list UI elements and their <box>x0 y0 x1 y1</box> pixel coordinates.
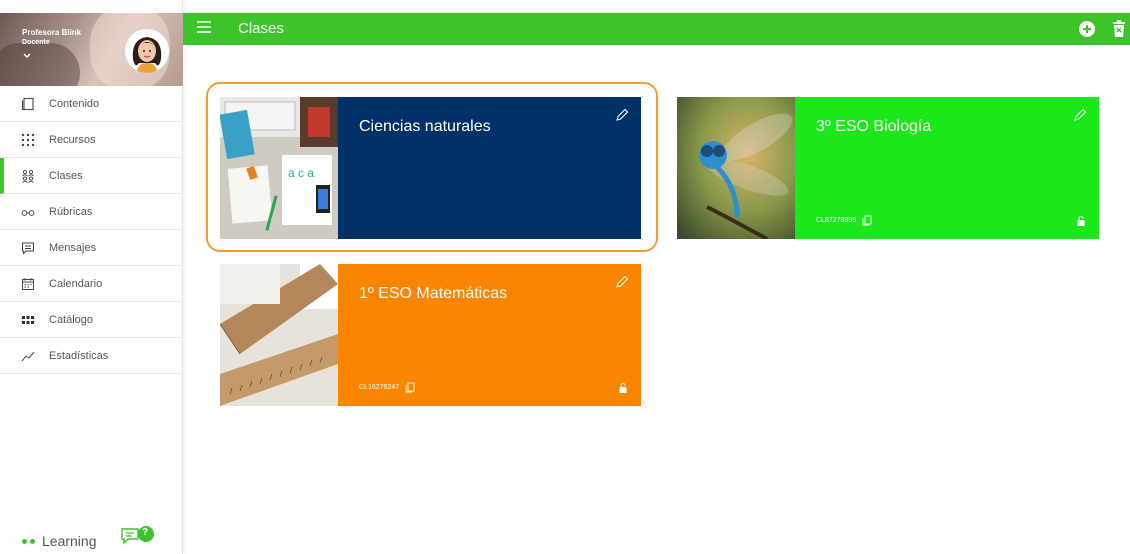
class-card-image <box>677 97 795 239</box>
sidebar: Profesora Blink Docente Contenido Recurs… <box>0 0 183 554</box>
sidebar-item-calendario[interactable]: Calendario <box>0 266 183 302</box>
sidebar-item-label: Estadísticas <box>49 349 109 362</box>
class-card[interactable]: 1º ESO Matemáticas CL16279247 <box>220 264 641 406</box>
profile-role: Docente <box>22 39 50 46</box>
class-card[interactable]: a c a Ciencias naturales <box>220 97 641 239</box>
avatar[interactable] <box>125 29 169 73</box>
edit-icon[interactable] <box>615 108 629 122</box>
copy-icon[interactable] <box>405 382 415 393</box>
sidebar-item-rubricas[interactable]: Rúbricas <box>0 194 183 230</box>
sidebar-menu: Contenido Recursos Clases Rúbricas Mensa… <box>0 86 183 374</box>
class-code: CL87278896 <box>816 215 872 226</box>
class-code-text: CL87278896 <box>816 217 857 224</box>
lock-icon[interactable] <box>619 383 627 393</box>
class-card-title: 3º ESO Biología <box>816 118 932 135</box>
plus-icon <box>1083 25 1091 33</box>
sidebar-item-catalogo[interactable]: Catálogo <box>0 302 183 338</box>
help-badge: ? <box>142 527 149 538</box>
sidebar-item-label: Calendario <box>49 277 103 290</box>
class-card-body: 1º ESO Matemáticas CL16279247 <box>338 264 641 406</box>
class-code: CL16279247 <box>359 382 415 393</box>
grid-dots-icon <box>20 132 36 148</box>
sidebar-item-clases[interactable]: Clases <box>0 158 183 194</box>
sidebar-item-label: Clases <box>49 169 83 182</box>
class-card[interactable]: 3º ESO Biología CL87278896 <box>677 97 1099 239</box>
brand-name: Learning <box>42 533 97 549</box>
content-icon <box>20 96 36 112</box>
lock-icon[interactable] <box>1077 216 1085 226</box>
class-code-text: CL16279247 <box>359 384 400 391</box>
sidebar-item-contenido[interactable]: Contenido <box>0 86 183 122</box>
classes-icon <box>20 168 36 184</box>
catalog-icon <box>20 312 36 328</box>
calendar-icon <box>20 276 36 292</box>
brand-dot <box>30 538 35 544</box>
edit-icon[interactable] <box>1073 108 1087 122</box>
class-card-image: a c a <box>220 97 338 239</box>
sidebar-item-mensajes[interactable]: Mensajes <box>0 230 183 266</box>
glasses-icon <box>20 204 36 220</box>
brand-logo: Learning <box>22 533 97 549</box>
svg-text:a c a: a c a <box>288 166 314 180</box>
stats-icon <box>20 348 36 364</box>
menu-icon[interactable] <box>197 21 211 33</box>
sidebar-item-label: Mensajes <box>49 241 97 254</box>
trash-icon[interactable] <box>1113 20 1125 37</box>
sidebar-item-label: Rúbricas <box>49 205 93 218</box>
profile-header[interactable]: Profesora Blink Docente <box>0 13 183 86</box>
message-icon <box>20 240 36 256</box>
class-card-title: 1º ESO Matemáticas <box>359 285 508 302</box>
class-card-body: 3º ESO Biología CL87278896 <box>795 97 1099 239</box>
add-class-button[interactable] <box>1079 21 1095 37</box>
class-card-body: Ciencias naturales <box>338 97 641 239</box>
profile-background-shade <box>0 43 80 86</box>
edit-icon[interactable] <box>615 275 629 289</box>
sidebar-item-recursos[interactable]: Recursos <box>0 122 183 158</box>
class-card-title: Ciencias naturales <box>359 118 491 135</box>
profile-name: Profesora Blink <box>22 28 82 37</box>
sidebar-item-estadisticas[interactable]: Estadísticas <box>0 338 183 374</box>
sidebar-item-label: Contenido <box>49 97 100 110</box>
help-chat-button[interactable]: ? <box>120 525 156 547</box>
sidebar-item-label: Catálogo <box>49 313 94 326</box>
sidebar-item-label: Recursos <box>49 133 96 146</box>
brand-dot <box>22 538 27 544</box>
top-bar: Clases <box>183 13 1130 45</box>
page-title: Clases <box>238 20 284 37</box>
copy-icon[interactable] <box>862 215 872 226</box>
chevron-down-icon[interactable] <box>22 51 32 61</box>
class-card-image <box>220 264 338 406</box>
